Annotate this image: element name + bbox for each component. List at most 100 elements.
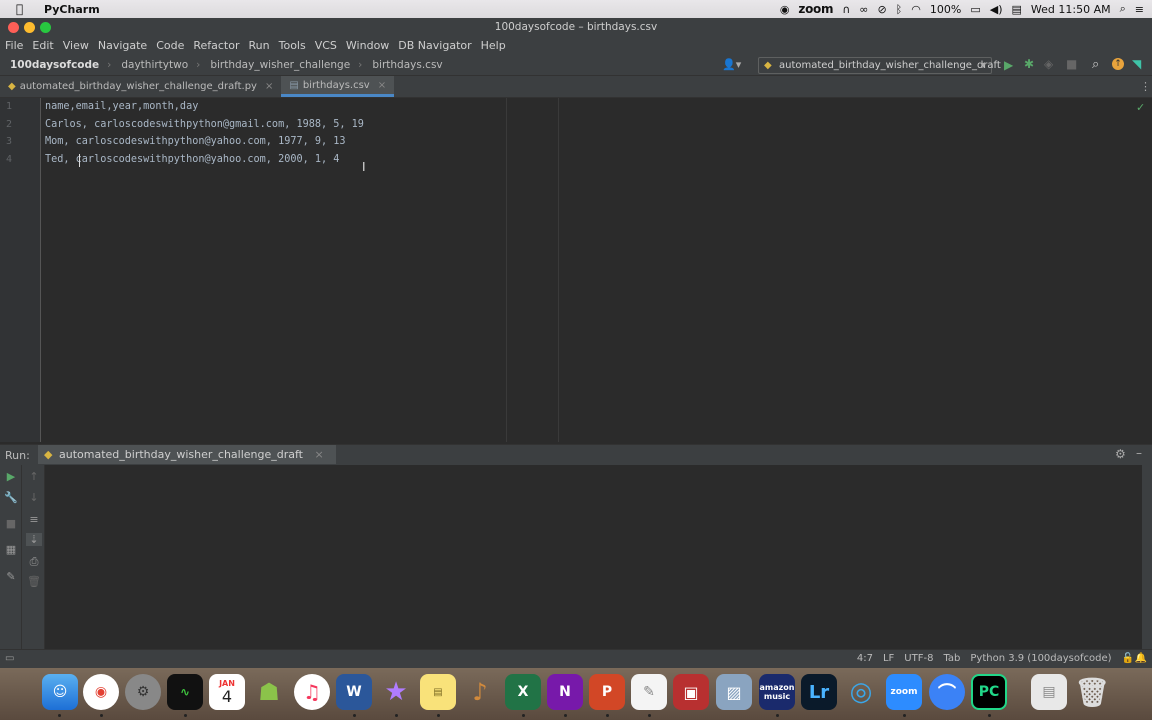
minimize-panel-icon[interactable]: – [1136,446,1142,460]
code-line[interactable]: Carlos, carloscodeswithpython@gmail.com,… [45,119,364,130]
close-icon[interactable]: × [378,80,386,91]
chrome-icon[interactable]: ◉ [83,674,119,710]
downloads-stack-icon[interactable]: ▤ [1031,674,1067,710]
gear-icon[interactable]: ⚙ [1115,447,1126,461]
close-icon[interactable]: × [315,448,324,461]
zoom-menubar-label[interactable]: zoom [798,2,833,16]
bluetooth-icon[interactable]: ᛒ [896,3,903,16]
textedit-icon[interactable]: ✎ [631,674,667,710]
code-line[interactable]: name,email,year,month,day [45,101,198,112]
onenote-icon[interactable]: N [547,674,583,710]
music-icon[interactable]: ♫ [294,674,330,710]
menu-tools[interactable]: Tools [279,39,306,52]
indent-setting[interactable]: Tab [943,653,960,664]
spotlight-icon[interactable]: ⌕ [1120,2,1126,16]
keyboard-input-icon[interactable]: ▤ [1012,3,1022,16]
close-icon[interactable]: × [265,81,273,92]
amazon-music-icon[interactable]: amazon music [759,674,795,710]
tab-birthdays-csv[interactable]: ▤ birthdays.csv × [281,76,395,97]
line-separator[interactable]: LF [883,653,894,664]
python-interpreter[interactable]: Python 3.9 (100daysofcode) [970,653,1111,664]
word-icon[interactable]: W [336,674,372,710]
rerun-icon[interactable]: ▶ [3,470,19,483]
soft-wrap-icon[interactable]: ≡ [26,513,42,526]
notifications-icon[interactable]: 🔔 [1135,653,1147,664]
creative-cloud-icon[interactable]: ∞ [859,3,868,16]
code-line[interactable]: Mom, carloscodeswithpython@yahoo.com, 19… [45,136,346,147]
layout-icon[interactable]: ▦ [3,543,19,556]
run-console[interactable] [45,465,1142,649]
lock-icon[interactable]: 🔓 [1122,653,1134,664]
code-line[interactable]: Ted, carloscodeswithpython@yahoo.com, 20… [45,154,339,165]
trash-icon[interactable]: 🗑 [1074,674,1110,710]
coverage-icon[interactable]: ◈ [1044,57,1053,71]
menu-view[interactable]: View [63,39,89,52]
battery-icon[interactable]: ▭ [970,3,980,16]
volume-icon[interactable]: ◀) [990,3,1003,16]
close-window-button[interactable] [8,22,19,33]
menu-code[interactable]: Code [156,39,184,52]
debug-icon[interactable]: ✱ [1024,57,1034,71]
trash-icon[interactable]: 🗑 [26,575,42,588]
breadcrumb-file[interactable]: birthdays.csv [372,59,442,71]
powerpoint-icon[interactable]: P [589,674,625,710]
breadcrumb-project[interactable]: 100daysofcode [10,59,99,71]
plugin-icon[interactable]: ◥ [1132,57,1141,71]
clock[interactable]: Wed 11:50 AM [1031,3,1111,16]
imovie-icon[interactable]: ★ [378,674,414,710]
stop-icon[interactable]: ■ [3,517,19,530]
code-editor[interactable] [42,98,1152,442]
zoom-app-icon[interactable]: zoom [886,674,922,710]
update-icon[interactable]: ↑ [1112,58,1124,70]
breadcrumb-folder-challenge[interactable]: birthday_wisher_challenge [210,59,350,71]
menu-edit[interactable]: Edit [32,39,53,52]
menu-run[interactable]: Run [249,39,270,52]
pycharm-icon[interactable]: PC [971,674,1007,710]
finder-icon[interactable]: ☺ [42,674,78,710]
run-tab[interactable]: ◆ automated_birthday_wisher_challenge_dr… [38,445,336,464]
arrow-down-icon[interactable]: ↓ [26,491,42,504]
minimize-window-button[interactable] [24,22,35,33]
wifi-icon[interactable]: ◠ [911,3,921,16]
breadcrumb-folder-daythirtytwo[interactable]: daythirtytwo [121,59,188,71]
app-name[interactable]: PyCharm [44,3,100,16]
menu-navigate[interactable]: Navigate [98,39,147,52]
menu-vcs[interactable]: VCS [315,39,337,52]
stickies-icon[interactable]: ▤ [420,674,456,710]
console-scrollbar[interactable] [1142,465,1152,649]
lightroom-icon[interactable]: Lr [801,674,837,710]
search-icon[interactable]: ⌕ [1092,57,1099,72]
menu-help[interactable]: Help [481,39,506,52]
menu-db-navigator[interactable]: DB Navigator [398,39,471,52]
quicktime-icon[interactable]: ◎ [843,674,879,710]
pin-icon[interactable]: ✎ [3,570,19,583]
menu-window[interactable]: Window [346,39,389,52]
preview-icon[interactable]: ▨ [716,674,752,710]
scroll-to-end-icon[interactable]: ⇣ [26,533,42,546]
screen-record-icon[interactable]: ◉ [780,3,790,16]
tool-windows-toggle-icon[interactable]: ▭ [5,653,14,664]
stop-icon[interactable]: ■ [1066,57,1077,71]
photo-booth-icon[interactable]: ▣ [673,674,709,710]
apple-icon[interactable]:  [16,2,32,16]
system-preferences-icon[interactable]: ⚙ [125,674,161,710]
tab-draft-py[interactable]: ◆ automated_birthday_wisher_challenge_dr… [0,76,281,97]
zoom-window-button[interactable] [40,22,51,33]
arrow-up-icon[interactable]: ↑ [26,470,42,483]
do-not-disturb-icon[interactable]: ⊘ [877,3,886,16]
wrench-icon[interactable]: 🔧 [3,491,19,504]
garageband-icon[interactable]: ♪ [462,674,498,710]
menu-file[interactable]: File [5,39,23,52]
more-options-icon[interactable]: ⋮ [1140,80,1151,93]
notification-center-icon[interactable]: ≡ [1135,3,1144,16]
calendar-icon[interactable]: JAN 4 [209,674,245,710]
run-config-select[interactable]: ◆ automated_birthday_wisher_challenge_dr… [758,57,1001,74]
run-icon[interactable]: ▶ [1004,58,1013,72]
menu-refactor[interactable]: Refactor [193,39,239,52]
app-store-icon[interactable]: ⌒ [929,674,965,710]
battery-percent[interactable]: 100% [930,3,961,16]
activity-monitor-icon[interactable]: ∿ [167,674,203,710]
file-encoding[interactable]: UTF-8 [904,653,933,664]
user-icon[interactable]: 👤▾ [722,58,741,71]
caret-position[interactable]: 4:7 [857,653,873,664]
